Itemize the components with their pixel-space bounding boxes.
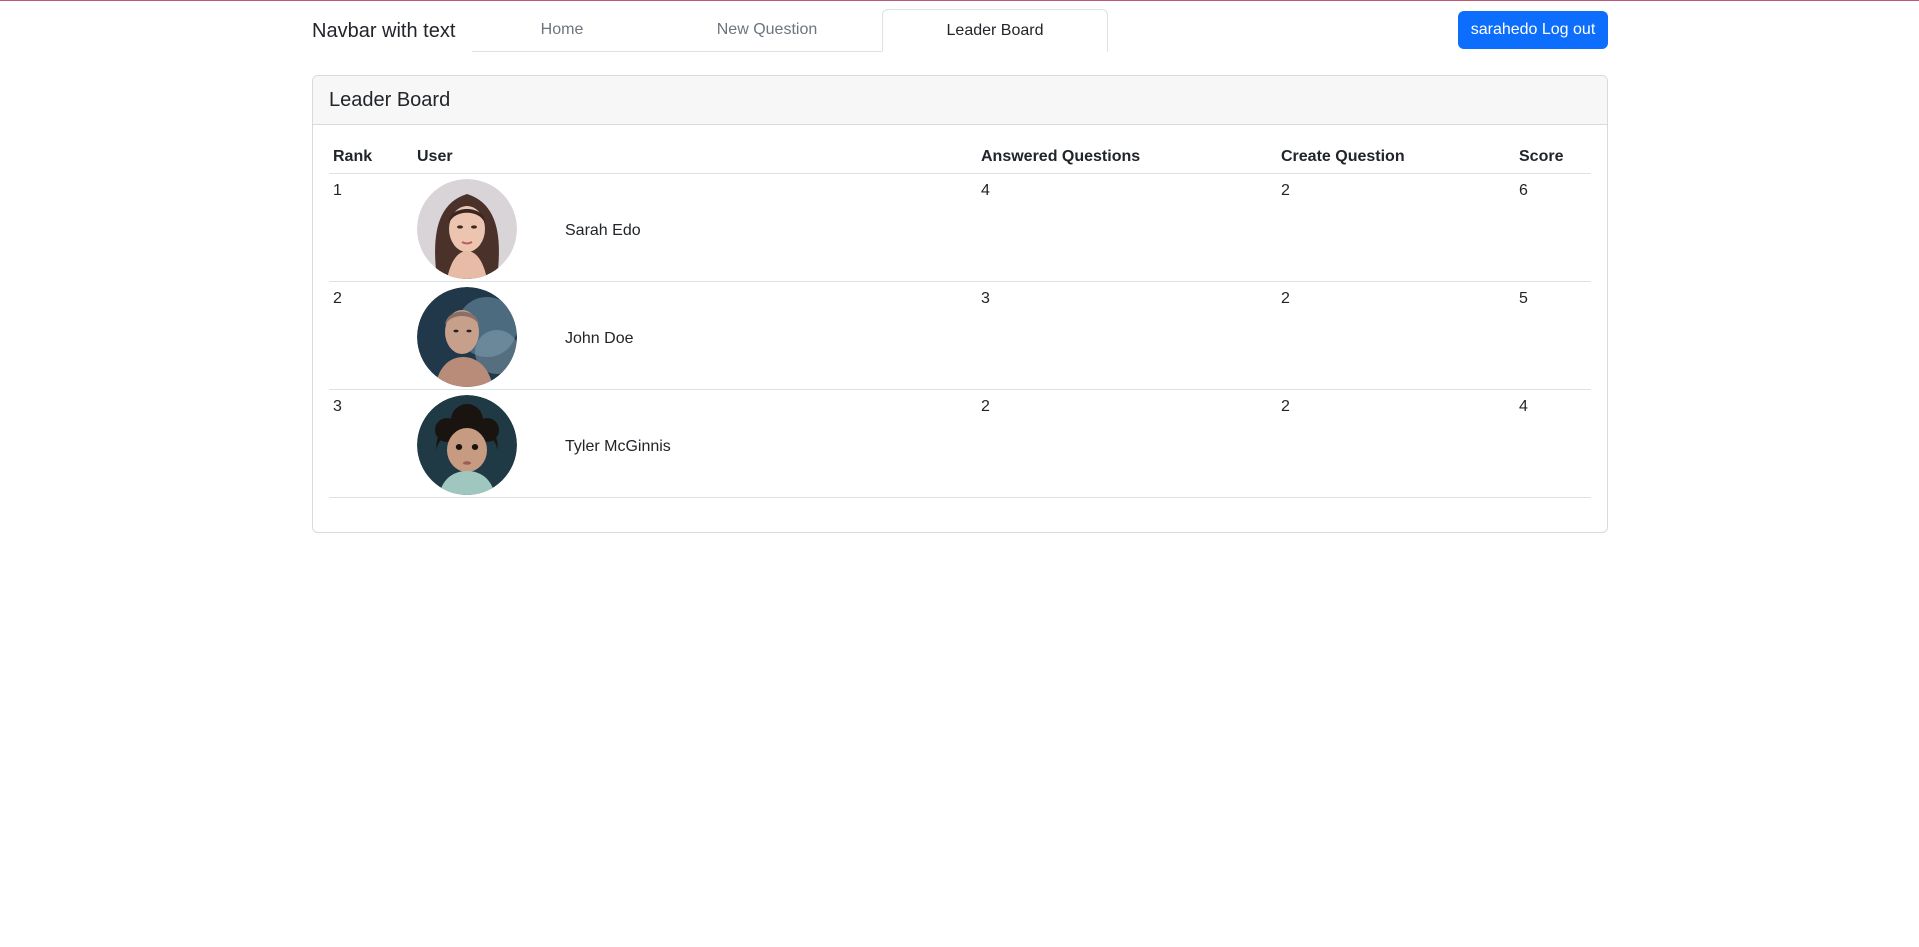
table-row: 2 John Doe 3 2 5 [329,281,1591,390]
answered-cell: 4 [977,173,1277,282]
user-cell: Sarah Edo [413,173,977,282]
tab-new-question[interactable]: New Question [652,9,882,50]
created-cell: 2 [1277,389,1515,498]
tab-leader-board[interactable]: Leader Board [882,9,1108,52]
created-cell: 2 [1277,281,1515,390]
score-cell: 5 [1515,281,1591,390]
user-name: John Doe [565,329,634,347]
table-row: 1 Sarah Edo 4 2 6 [329,173,1591,282]
card-title: Leader Board [313,76,1607,125]
avatar [417,179,517,279]
leaderboard-card: Leader Board Rank User Answered Question… [312,75,1608,533]
avatar [417,287,517,387]
user-cell: Tyler McGinnis [413,389,977,498]
user-name: Tyler McGinnis [565,437,671,455]
table-row: 3 Tyler McGinnis 2 2 4 [329,389,1591,498]
score-cell: 4 [1515,389,1591,498]
table-header-row: Rank User Answered Questions Create Ques… [329,141,1591,174]
user-name: Sarah Edo [565,221,641,239]
header-rank: Rank [329,141,413,174]
rank-cell: 2 [329,281,413,390]
user-cell: John Doe [413,281,977,390]
logout-button[interactable]: sarahedo Log out [1458,11,1608,49]
header-answered: Answered Questions [977,141,1277,174]
header-score: Score [1515,141,1591,174]
created-cell: 2 [1277,173,1515,282]
page-container: Navbar with text Home New Question Leade… [312,0,1608,533]
navbar: Navbar with text Home New Question Leade… [312,0,1608,56]
answered-cell: 3 [977,281,1277,390]
score-cell: 6 [1515,173,1591,282]
header-user: User [413,141,977,174]
answered-cell: 2 [977,389,1277,498]
nav-tabs: Home New Question Leader Board [472,9,1108,52]
rank-cell: 3 [329,389,413,498]
tab-home[interactable]: Home [472,9,652,50]
leaderboard-table: Rank User Answered Questions Create Ques… [329,141,1591,498]
rank-cell: 1 [329,173,413,282]
navbar-brand[interactable]: Navbar with text [312,19,455,43]
header-created: Create Question [1277,141,1515,174]
avatar [417,395,517,495]
